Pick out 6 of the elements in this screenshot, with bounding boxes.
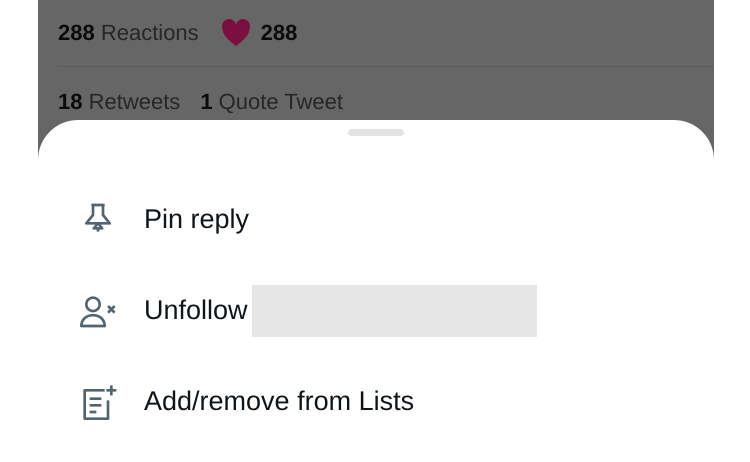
heart-icon (220, 19, 251, 47)
like-count: 288 (260, 20, 298, 46)
menu-item[interactable]: Pin reply (38, 174, 714, 265)
menu-item[interactable]: Unfollow (38, 265, 714, 356)
sheet-handle[interactable] (348, 129, 404, 136)
menu-item[interactable]: Add/remove from Lists (38, 356, 714, 447)
